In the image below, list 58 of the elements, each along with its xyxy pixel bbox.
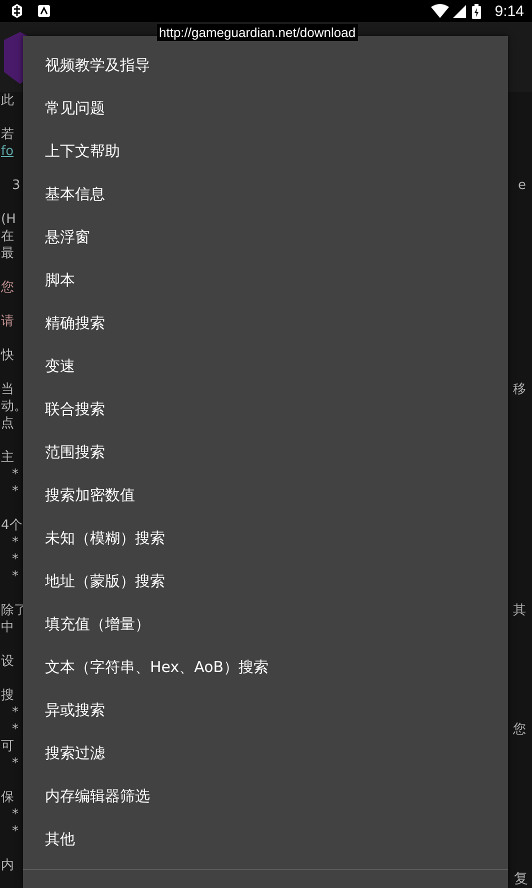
help-text: 您	[1, 279, 14, 296]
signal-icon	[452, 4, 466, 18]
help-text: 3	[11, 177, 20, 194]
help-text: *	[11, 466, 18, 483]
menu-item[interactable]: 异或搜索	[23, 689, 508, 732]
help-text: 快	[1, 347, 14, 364]
status-time: 9:14	[494, 2, 524, 20]
menu-item[interactable]: 文本（字符串、Hex、AoB）搜索	[23, 646, 508, 689]
help-text: 保	[1, 789, 14, 806]
menu-item[interactable]: 上下文帮助	[23, 130, 508, 173]
help-text: 移	[513, 381, 527, 398]
help-text: *	[11, 483, 18, 500]
help-text: *	[11, 755, 18, 772]
menu-item[interactable]: 脚本	[23, 259, 508, 302]
menu-item[interactable]: 其他	[23, 818, 508, 861]
help-text: 复	[514, 870, 528, 888]
help-text: *	[11, 704, 18, 721]
help-text: 设	[1, 653, 14, 670]
wifi-icon	[430, 4, 449, 18]
help-text: e	[518, 177, 527, 194]
menu-item[interactable]: 未知（模糊）搜索	[23, 517, 508, 560]
battery-icon	[472, 4, 481, 18]
help-text: *	[11, 534, 18, 551]
help-text: 请	[1, 313, 14, 330]
menu-item[interactable]: 视频教学及指导	[23, 44, 508, 87]
help-link[interactable]: fo	[1, 143, 14, 160]
help-text: *	[11, 721, 18, 738]
help-text: 您	[513, 721, 527, 738]
url-label: http://gameguardian.net/download	[157, 24, 358, 41]
help-text: *	[11, 823, 18, 840]
help-text: 当	[1, 381, 14, 398]
help-text: 中	[1, 619, 14, 636]
menu-item[interactable]: 内存编辑器筛选	[23, 775, 508, 818]
help-text: 点	[1, 415, 14, 432]
help-text: 最	[1, 245, 14, 262]
menu-item[interactable]: 变速	[23, 345, 508, 388]
help-text: *	[11, 568, 18, 585]
menu-item[interactable]: 悬浮窗	[23, 216, 508, 259]
help-text: (H	[1, 211, 16, 228]
help-text: 主	[1, 449, 14, 466]
help-text: 若	[1, 126, 14, 143]
help-text: 4个	[1, 517, 22, 534]
menu-item[interactable]: 基本信息	[23, 173, 508, 216]
help-text: *	[11, 551, 18, 568]
menu-item[interactable]: 填充值（增量）	[23, 603, 508, 646]
menu-item[interactable]: 搜索过滤	[23, 732, 508, 775]
help-text: *	[11, 806, 18, 823]
help-text: 搜	[1, 687, 14, 704]
menu-item[interactable]: 范围搜索	[23, 431, 508, 474]
menu-item[interactable]: 精确搜索	[23, 302, 508, 345]
help-text: 可	[1, 738, 14, 755]
help-text: 其	[513, 602, 527, 619]
help-text: 在	[1, 228, 14, 245]
help-text: 此	[1, 92, 14, 109]
menu-item[interactable]: 搜索加密数值	[23, 474, 508, 517]
menu-item[interactable]: 常见问题	[23, 87, 508, 130]
menu-item[interactable]: 地址（蒙版）搜索	[23, 560, 508, 603]
help-text: 内	[1, 857, 14, 874]
